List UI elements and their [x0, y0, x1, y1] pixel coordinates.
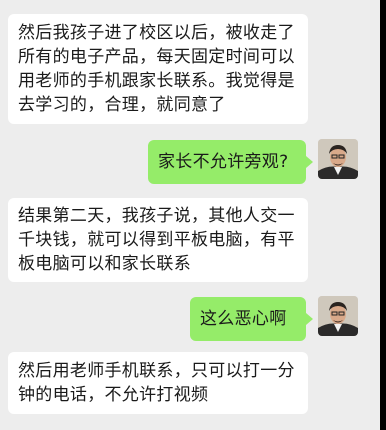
message-line: 钟的电话，不允许打视频 [18, 385, 209, 405]
sender-avatar[interactable] [318, 296, 358, 336]
outgoing-message-bubble[interactable]: 家长不允许旁观? [148, 140, 306, 184]
incoming-message-bubble[interactable]: 结果第二天，我孩子说，其他人交一 千块钱，就可以得到平板电脑，有平 板电脑可以和… [8, 198, 308, 282]
message-line: 然后我孩子进了校区以后，被收走了 [18, 23, 295, 43]
avatar-portrait-icon [318, 139, 358, 179]
message-line: 去学习的，合理，就同意了 [18, 95, 226, 115]
avatar-portrait-icon [318, 296, 358, 336]
outgoing-message-bubble[interactable]: 这么恶心啊 [190, 297, 306, 341]
message-line: 板电脑可以和家长联系 [18, 254, 191, 274]
chat-area: 然后我孩子进了校区以后，被收走了 所有的电子产品，每天固定时间可以 用老师的手机… [0, 0, 380, 430]
message-line: 所有的电子产品，每天固定时间可以 [18, 47, 295, 67]
bubble-tail [306, 156, 313, 168]
message-line: 结果第二天，我孩子说，其他人交一 [18, 206, 295, 226]
message-line: 家长不允许旁观? [158, 152, 289, 172]
incoming-message-bubble[interactable]: 然后用老师手机联系，只可以打一分 钟的电话，不允许打视频 [8, 352, 308, 414]
message-line: 这么恶心啊 [200, 309, 287, 329]
incoming-message-bubble[interactable]: 然后我孩子进了校区以后，被收走了 所有的电子产品，每天固定时间可以 用老师的手机… [8, 14, 308, 124]
bubble-tail [306, 313, 313, 325]
message-line: 用老师的手机跟家长联系。我觉得是 [18, 71, 295, 91]
sender-avatar[interactable] [318, 139, 358, 179]
message-line: 千块钱，就可以得到平板电脑，有平 [18, 230, 295, 250]
message-line: 然后用老师手机联系，只可以打一分 [18, 361, 295, 381]
